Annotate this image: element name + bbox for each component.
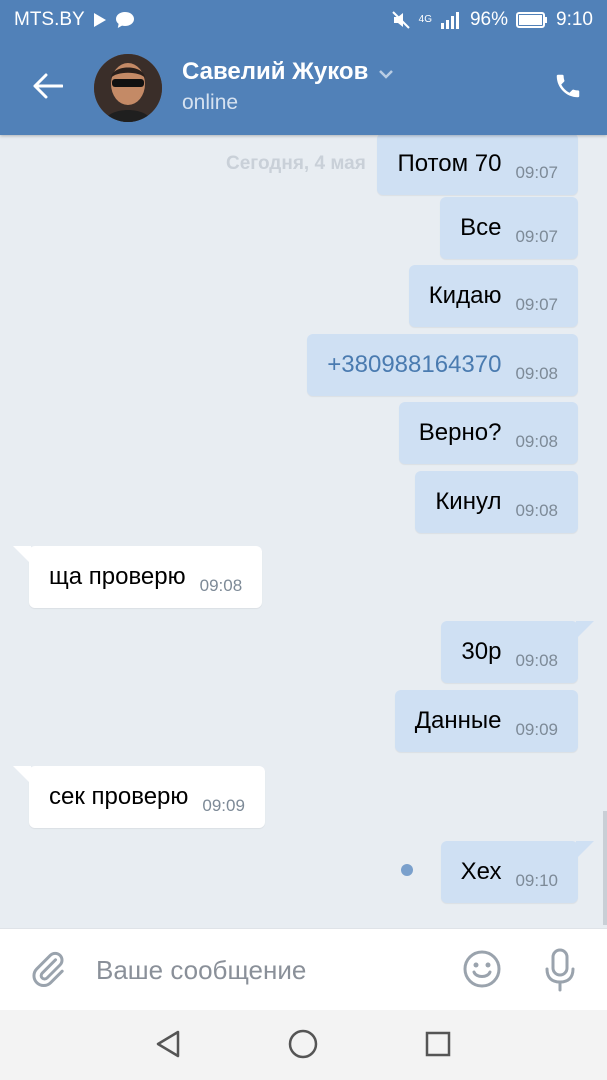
scrollbar[interactable] bbox=[603, 811, 607, 925]
message-time: 09:07 bbox=[515, 295, 558, 314]
message-text: Кидаю bbox=[428, 282, 502, 309]
chat-header: MTS.BY 4G 96% 9:10 Савелий Жуков online bbox=[0, 0, 607, 135]
message-composer bbox=[0, 928, 607, 1010]
battery-label: 96% bbox=[469, 9, 509, 30]
date-separator: Сегодня, 4 мая bbox=[226, 153, 366, 174]
message-outgoing[interactable]: Данные 09:09 bbox=[394, 690, 578, 752]
message-time: 09:09 bbox=[202, 796, 245, 815]
message-text: 30р bbox=[461, 638, 502, 665]
message-text: Верно? bbox=[418, 419, 502, 446]
message-outgoing[interactable]: +380988164370 09:08 bbox=[307, 334, 578, 396]
triangle-back-icon bbox=[154, 1029, 182, 1064]
mute-icon bbox=[391, 10, 411, 30]
unread-indicator bbox=[401, 864, 413, 876]
message-input[interactable] bbox=[96, 947, 436, 993]
clock-label: 9:10 bbox=[556, 9, 593, 30]
nav-home-button[interactable] bbox=[285, 1028, 321, 1064]
emoji-button[interactable] bbox=[462, 949, 502, 989]
message-time: 09:10 bbox=[515, 871, 558, 890]
network-label: 4G bbox=[418, 14, 432, 25]
paperclip-icon bbox=[28, 951, 68, 993]
message-time: 09:08 bbox=[515, 432, 558, 451]
message-time: 09:08 bbox=[515, 651, 558, 670]
arrow-left-icon bbox=[33, 73, 64, 104]
message-outgoing[interactable]: Кинул 09:08 bbox=[415, 471, 578, 533]
contact-status: online bbox=[182, 91, 239, 114]
message-time: 09:08 bbox=[199, 576, 243, 595]
voice-message-button[interactable] bbox=[540, 947, 580, 993]
message-outgoing[interactable]: Все 09:07 bbox=[440, 197, 578, 259]
circle-home-icon bbox=[287, 1028, 319, 1065]
message-incoming[interactable]: сек проверю 09:09 bbox=[13, 766, 265, 828]
message-outgoing[interactable]: Хех 09:10 bbox=[440, 841, 595, 903]
message-time: 09:08 bbox=[515, 364, 558, 383]
message-time: 09:07 bbox=[515, 227, 558, 246]
contact-name: Савелий Жуков bbox=[182, 58, 369, 85]
system-navigation-bar bbox=[0, 1010, 607, 1080]
contact-name-button[interactable]: Савелий Жуков bbox=[182, 58, 394, 86]
message-incoming[interactable]: ща проверю 09:08 bbox=[12, 546, 263, 608]
message-text: сек проверю bbox=[49, 783, 189, 810]
message-outgoing[interactable]: Верно? 09:08 bbox=[398, 402, 578, 464]
status-bar: MTS.BY 4G 96% 9:10 bbox=[0, 0, 607, 40]
smiley-icon bbox=[462, 950, 502, 993]
attach-button[interactable] bbox=[28, 949, 68, 989]
nav-recent-button[interactable] bbox=[420, 1028, 456, 1064]
chevron-down-icon bbox=[378, 58, 394, 86]
battery-icon bbox=[516, 12, 548, 28]
message-text: Хех bbox=[460, 858, 502, 885]
microphone-icon bbox=[540, 948, 580, 997]
message-outgoing[interactable]: Кидаю 09:07 bbox=[408, 265, 578, 327]
nav-back-button[interactable] bbox=[150, 1028, 186, 1064]
message-list[interactable]: Сегодня, 4 мая Потом 70 09:07 Все 09:07 … bbox=[0, 135, 607, 928]
signal-icon bbox=[440, 11, 462, 29]
message-text: Данные bbox=[414, 707, 502, 734]
phone-number-link[interactable]: +380988164370 bbox=[327, 351, 501, 379]
message-text: Кинул bbox=[435, 488, 502, 515]
back-button[interactable] bbox=[26, 66, 70, 110]
message-time: 09:07 bbox=[515, 163, 558, 182]
message-text: Потом 70 bbox=[397, 150, 502, 177]
message-time: 09:09 bbox=[515, 720, 558, 739]
message-outgoing[interactable]: 30р 09:08 bbox=[441, 621, 594, 683]
play-icon bbox=[93, 12, 107, 28]
chat-notification-icon bbox=[115, 11, 135, 29]
square-recent-icon bbox=[424, 1030, 452, 1063]
message-text: Все bbox=[460, 214, 502, 241]
carrier-label: MTS.BY bbox=[14, 9, 85, 30]
message-outgoing[interactable]: Потом 70 09:07 bbox=[377, 135, 578, 195]
message-text: ща проверю bbox=[49, 563, 186, 590]
contact-avatar[interactable] bbox=[94, 54, 162, 122]
avatar-photo bbox=[94, 54, 162, 122]
phone-icon bbox=[553, 71, 583, 106]
call-button[interactable] bbox=[548, 68, 588, 108]
message-time: 09:08 bbox=[515, 501, 558, 520]
